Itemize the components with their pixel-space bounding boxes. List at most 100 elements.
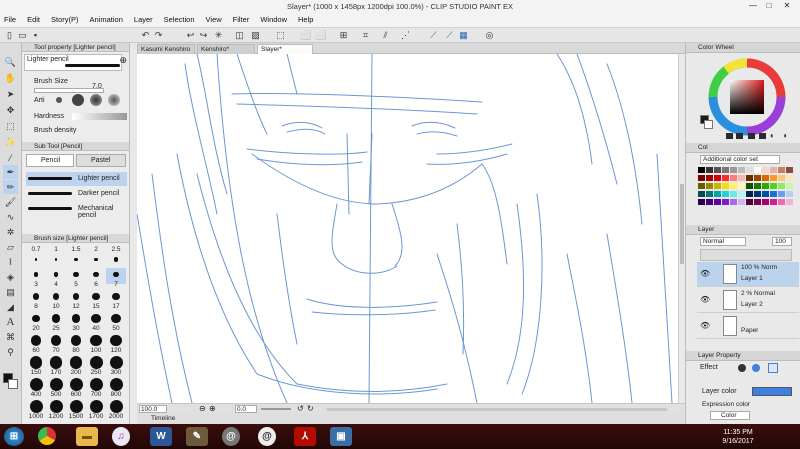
effect-layer-color-icon[interactable] xyxy=(768,363,778,373)
color-swatch[interactable] xyxy=(786,183,793,189)
history-color-2[interactable] xyxy=(736,133,743,139)
canvas-vertical-scrollbar[interactable] xyxy=(678,54,685,403)
sub-color-swatch[interactable] xyxy=(8,379,18,389)
color-swatch[interactable] xyxy=(698,175,705,181)
media-icon[interactable]: ▣ xyxy=(330,427,352,446)
doc-tab-kasumi[interactable]: Kasumi Kenshiro xyxy=(137,44,195,54)
color-swatch[interactable] xyxy=(730,175,737,181)
snap-line-icon[interactable]: ⟋ xyxy=(428,30,439,41)
color-swatch[interactable] xyxy=(714,183,721,189)
brush-size-option[interactable]: 100 xyxy=(86,334,106,354)
redo-icon[interactable]: ↷ xyxy=(153,30,164,41)
color-swatch[interactable] xyxy=(706,167,713,173)
history-color-4[interactable] xyxy=(759,133,766,139)
color-swatch[interactable] xyxy=(722,199,729,205)
color-swatch[interactable] xyxy=(738,199,745,205)
pen-icon[interactable]: ✒ xyxy=(3,165,18,179)
subtool-item-mechanical-pencil[interactable]: Mechanical pencil xyxy=(26,202,127,219)
brush-size-option[interactable]: 250 xyxy=(86,356,106,376)
folder-icon[interactable]: ▬ xyxy=(76,427,98,446)
color-swatch[interactable] xyxy=(762,175,769,181)
brush-size-option[interactable]: 10 xyxy=(46,290,66,310)
color-swatch[interactable] xyxy=(722,183,729,189)
color-swatch[interactable] xyxy=(746,183,753,189)
brush-size-option[interactable]: 2.5 xyxy=(106,246,126,262)
brush-size-option[interactable]: 50 xyxy=(106,312,126,332)
gradient-icon[interactable]: ▤ xyxy=(3,285,18,299)
new-file-icon[interactable]: ▯ xyxy=(4,30,15,41)
color-swatch[interactable] xyxy=(778,191,785,197)
zoom-value[interactable]: 100.0 xyxy=(139,405,167,413)
brush-size-option[interactable]: 60 xyxy=(26,334,46,354)
transform-icon[interactable]: ⬚ xyxy=(275,30,286,41)
menu-view[interactable]: View xyxy=(206,15,222,24)
acrobat-icon[interactable]: ⅄ xyxy=(294,427,316,446)
color-swatch[interactable] xyxy=(778,175,785,181)
color-swatch[interactable] xyxy=(706,199,713,205)
color-swatch[interactable] xyxy=(770,183,777,189)
brush-icon[interactable]: 🖌 xyxy=(3,195,18,209)
loading-icon[interactable]: ✳ xyxy=(213,30,224,41)
brush-size-option[interactable]: 2000 xyxy=(106,400,126,420)
sub-color-chip[interactable] xyxy=(704,120,713,129)
color-swatch[interactable] xyxy=(706,183,713,189)
brush-size-option[interactable]: 1200 xyxy=(46,400,66,420)
minimize-button[interactable]: — xyxy=(746,0,760,11)
layer-row-paper[interactable]: 👁 Paper xyxy=(697,314,799,339)
deselect-icon[interactable]: ⬜ xyxy=(300,30,311,41)
opacity-value[interactable]: 100 xyxy=(772,237,792,246)
effect-border-icon[interactable] xyxy=(738,364,746,372)
auto-select-icon[interactable]: ✨ xyxy=(3,135,18,149)
brush-size-option[interactable]: 600 xyxy=(66,378,86,398)
color-swatch[interactable] xyxy=(786,175,793,181)
brush-size-option[interactable]: 1500 xyxy=(66,400,86,420)
brush-tip-small[interactable] xyxy=(56,97,62,103)
invert-selection-icon[interactable]: ⬜ xyxy=(315,30,326,41)
rotate-left-icon[interactable]: ↺ xyxy=(297,404,304,413)
color-swatch[interactable] xyxy=(746,175,753,181)
layer-row-1[interactable]: 👁 100 % Norm Layer 1 xyxy=(697,262,799,287)
rotation-slider[interactable] xyxy=(261,408,291,410)
color-swatch[interactable] xyxy=(730,191,737,197)
color-swatch[interactable] xyxy=(762,167,769,173)
clock-date[interactable]: 9/16/2017 xyxy=(716,438,760,445)
brush-size-option[interactable]: 120 xyxy=(106,334,126,354)
brush-size-option[interactable]: 500 xyxy=(46,378,66,398)
brush-size-option[interactable]: 15 xyxy=(86,290,106,310)
eye-icon[interactable]: 👁 xyxy=(700,321,710,330)
color-swatch[interactable] xyxy=(746,167,753,173)
snap-grid-icon[interactable]: ⟋ xyxy=(444,30,455,41)
color-history-icon[interactable]: ◑ xyxy=(782,131,791,140)
text-tool-icon[interactable]: A xyxy=(3,315,18,329)
eraser-icon[interactable]: ▱ xyxy=(3,240,18,254)
rotation-value[interactable]: 0.0 xyxy=(235,405,257,413)
brush-size-option[interactable]: 30 xyxy=(66,312,86,332)
color-swatch[interactable] xyxy=(762,199,769,205)
clip-studio-paint-icon[interactable]: @ xyxy=(258,427,276,446)
scroll-thumb[interactable] xyxy=(680,184,684,264)
color-swatch[interactable] xyxy=(754,199,761,205)
brush-size-option[interactable]: 25 xyxy=(46,312,66,332)
brush-size-option[interactable]: 1.5 xyxy=(66,246,86,262)
figure-icon[interactable]: ◢ xyxy=(3,300,18,314)
save-icon[interactable]: ▪ xyxy=(30,30,41,41)
color-swatch[interactable] xyxy=(714,167,721,173)
layer-row-2[interactable]: 👁 2 % Normal Layer 2 xyxy=(697,288,799,313)
tab-pencil[interactable]: Pencil xyxy=(26,154,74,167)
selection-tool-icon[interactable]: ⬚ xyxy=(3,119,18,133)
color-swatch[interactable] xyxy=(786,167,793,173)
brush-size-option[interactable]: 2 xyxy=(86,246,106,262)
color-swatch[interactable] xyxy=(778,199,785,205)
color-swatch[interactable] xyxy=(738,167,745,173)
color-swatch[interactable] xyxy=(762,183,769,189)
color-swatch[interactable] xyxy=(698,199,705,205)
color-swatch[interactable] xyxy=(786,191,793,197)
zoom-icon[interactable]: 🔍 xyxy=(3,55,18,69)
zoom-in-icon[interactable]: ⊕ xyxy=(209,404,216,413)
brush-size-option[interactable]: 1700 xyxy=(86,400,106,420)
layer-color-swatch[interactable] xyxy=(752,387,792,396)
color-swatch[interactable] xyxy=(786,199,793,205)
brush-size-option[interactable]: 150 xyxy=(26,356,46,376)
color-swatch[interactable] xyxy=(754,191,761,197)
color-swatch[interactable] xyxy=(714,175,721,181)
